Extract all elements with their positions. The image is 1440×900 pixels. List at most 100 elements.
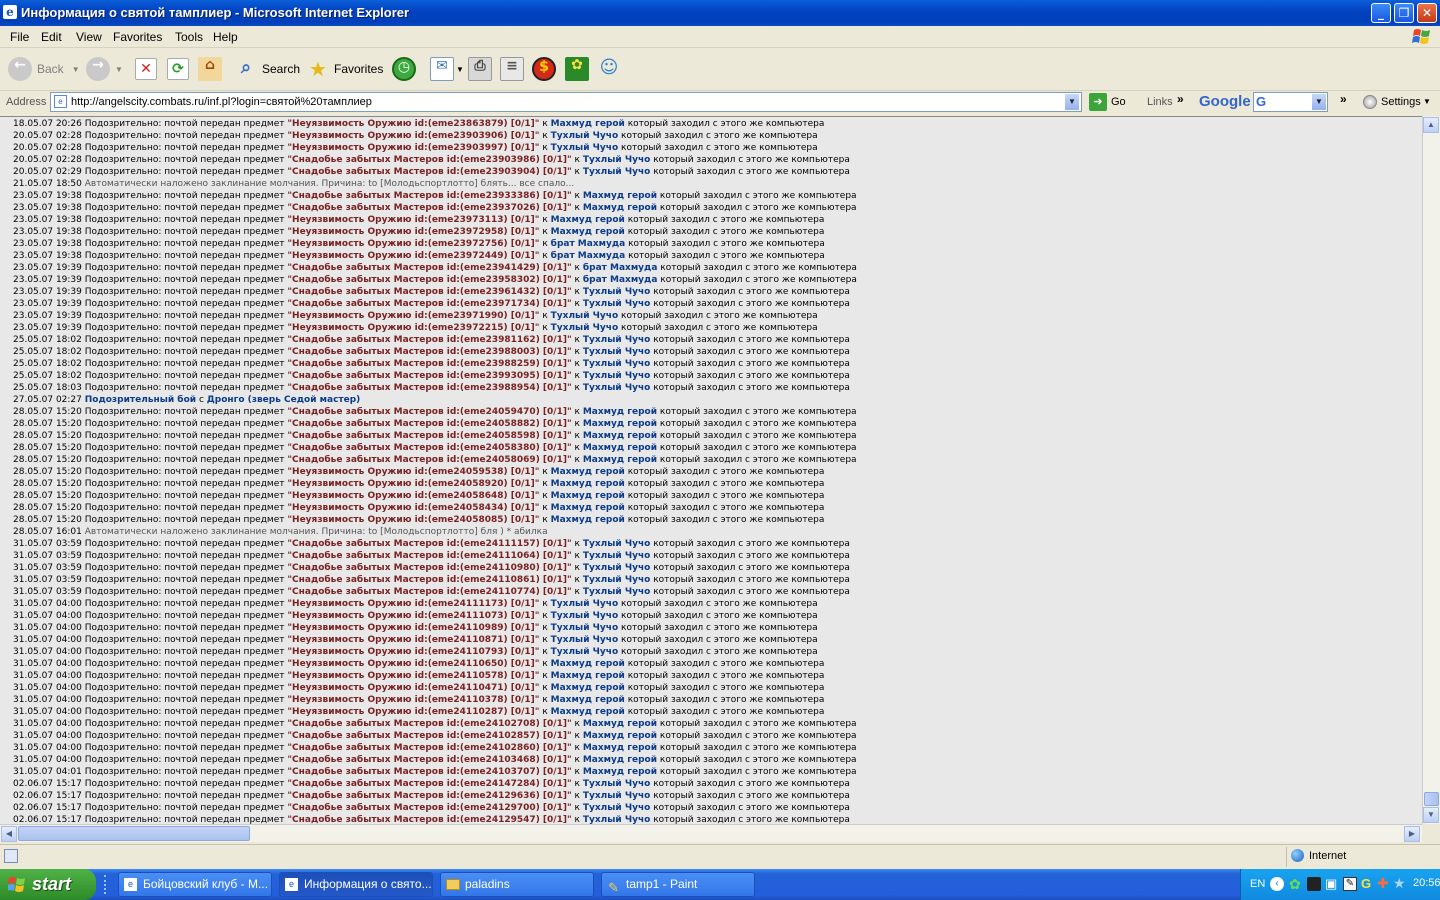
casino-button[interactable]: $: [532, 54, 556, 84]
log-nick[interactable]: Тухлый Чучо: [583, 383, 650, 393]
log-nick[interactable]: Махмуд герой: [583, 719, 657, 729]
forward-button[interactable]: → ▼: [86, 54, 123, 84]
task-paint[interactable]: ✎ tamp1 - Paint: [601, 872, 755, 897]
vertical-scrollbar[interactable]: ▲ ▼: [1422, 116, 1440, 824]
menu-edit[interactable]: Edit: [41, 30, 62, 44]
log-nick[interactable]: Тухлый Чучо: [551, 599, 618, 609]
back-button[interactable]: ← Back ▼: [8, 54, 80, 84]
log-nick[interactable]: Тухлый Чучо: [551, 311, 618, 321]
log-nick[interactable]: Махмуд герой: [551, 515, 625, 525]
menu-tools[interactable]: Tools: [175, 30, 203, 44]
log-nick[interactable]: брат Махмуда: [551, 239, 626, 249]
log-nick[interactable]: Тухлый Чучо: [583, 563, 650, 573]
log-nick[interactable]: Тухлый Чучо: [551, 623, 618, 633]
menu-help[interactable]: Help: [213, 30, 238, 44]
menu-file[interactable]: File: [10, 30, 29, 44]
links-chevron-icon[interactable]: »: [1177, 92, 1184, 106]
log-nick[interactable]: Махмуд герой: [551, 491, 625, 501]
log-nick[interactable]: Махмуд герой: [583, 191, 657, 201]
log-nick[interactable]: Тухлый Чучо: [583, 299, 650, 309]
log-nick[interactable]: Махмуд герой: [583, 431, 657, 441]
language-indicator[interactable]: EN: [1250, 878, 1265, 890]
horizontal-scroll-thumb[interactable]: [18, 826, 250, 841]
log-nick[interactable]: Тухлый Чучо: [583, 551, 650, 561]
log-nick[interactable]: Махмуд герой: [551, 707, 625, 717]
links-label[interactable]: Links: [1147, 96, 1173, 108]
log-nick[interactable]: Тухлый Чучо: [583, 575, 650, 585]
print-button[interactable]: ⎙: [468, 54, 492, 84]
favorites-button[interactable]: ★ Favorites: [306, 54, 383, 84]
log-nick[interactable]: Махмуд герой: [583, 443, 657, 453]
log-nick[interactable]: Тухлый Чучо: [583, 335, 650, 345]
people-button[interactable]: ☺: [597, 54, 621, 84]
start-button[interactable]: start: [0, 869, 96, 900]
log-nick[interactable]: брат Махмуда: [583, 275, 658, 285]
task-paladins-folder[interactable]: paladins: [440, 872, 594, 897]
messenger-button[interactable]: ✿: [565, 54, 589, 84]
task-fight-club[interactable]: e Бойцовский клуб - M...: [118, 872, 272, 897]
tray-flower-icon[interactable]: ✿: [1289, 876, 1301, 893]
tray-monitor-icon[interactable]: ▣: [1325, 876, 1337, 892]
log-nick[interactable]: Махмуд герой: [583, 743, 657, 753]
log-nick[interactable]: Махмуд герой: [583, 407, 657, 417]
mail-button[interactable]: ✉ ▼: [430, 54, 464, 84]
search-button[interactable]: ⌕ Search: [234, 54, 300, 84]
tray-tool-icon[interactable]: ✚: [1377, 875, 1389, 892]
task-info-page[interactable]: e Информация о свято...: [279, 872, 433, 897]
log-nick[interactable]: Махмуд герой: [551, 659, 625, 669]
log-nick[interactable]: Тухлый Чучо: [583, 371, 650, 381]
address-input[interactable]: e http://angelscity.combats.ru/inf.pl?lo…: [50, 92, 1082, 112]
log-nick[interactable]: Махмуд герой: [551, 467, 625, 477]
log-nick[interactable]: Махмуд герой: [583, 419, 657, 429]
scroll-right-icon[interactable]: ▶: [1404, 826, 1420, 842]
log-nick[interactable]: Тухлый Чучо: [583, 791, 650, 801]
log-nick[interactable]: Тухлый Чучо: [583, 539, 650, 549]
log-nick[interactable]: Махмуд герой: [551, 227, 625, 237]
back-dropdown-icon[interactable]: ▼: [72, 65, 80, 74]
edit-button[interactable]: ≡: [500, 54, 524, 84]
log-nick[interactable]: Тухлый Чучо: [551, 647, 618, 657]
log-opponent[interactable]: Дронго (зверь Седой мастер): [207, 395, 361, 405]
log-nick[interactable]: Тухлый Чучо: [583, 803, 650, 813]
log-nick[interactable]: брат Махмуда: [551, 251, 626, 261]
tray-g-icon[interactable]: G: [1361, 876, 1371, 891]
log-nick[interactable]: Махмуд герой: [551, 479, 625, 489]
log-nick[interactable]: Махмуд герой: [583, 767, 657, 777]
home-button[interactable]: ⌂: [198, 54, 222, 84]
close-button[interactable]: ✕: [1417, 3, 1437, 23]
log-nick[interactable]: Махмуд герой: [583, 203, 657, 213]
log-nick[interactable]: Махмуд герой: [551, 671, 625, 681]
google-dropdown-icon[interactable]: ▼: [1311, 93, 1327, 111]
tray-star-icon[interactable]: ★: [1393, 875, 1406, 892]
log-nick[interactable]: Тухлый Чучо: [551, 143, 618, 153]
log-nick[interactable]: Махмуд герой: [583, 455, 657, 465]
horizontal-scrollbar[interactable]: ◀ ▶: [0, 824, 1422, 842]
title-bar[interactable]: e Информация о святой тамплиер - Microso…: [0, 0, 1440, 26]
log-nick[interactable]: Тухлый Чучо: [583, 359, 650, 369]
log-nick[interactable]: Махмуд герой: [583, 755, 657, 765]
log-nick[interactable]: Махмуд герой: [583, 731, 657, 741]
log-nick[interactable]: Тухлый Чучо: [583, 287, 650, 297]
scroll-down-icon[interactable]: ▼: [1423, 807, 1439, 823]
log-nick[interactable]: Тухлый Чучо: [551, 131, 618, 141]
log-nick[interactable]: Тухлый Чучо: [583, 587, 650, 597]
maximize-button[interactable]: ❐: [1394, 3, 1414, 23]
google-chevron-icon[interactable]: »: [1340, 92, 1347, 106]
log-nick[interactable]: Тухлый Чучо: [551, 323, 618, 333]
vertical-scroll-thumb[interactable]: [1424, 792, 1439, 806]
stop-button[interactable]: ✕: [135, 54, 157, 84]
log-nick[interactable]: Тухлый Чучо: [583, 155, 650, 165]
log-nick[interactable]: Махмуд герой: [551, 695, 625, 705]
log-nick[interactable]: Махмуд герой: [551, 119, 625, 129]
settings-button[interactable]: Settings: [1381, 96, 1421, 108]
menu-view[interactable]: View: [76, 30, 102, 44]
log-nick[interactable]: Тухлый Чучо: [551, 635, 618, 645]
log-nick[interactable]: Махмуд герой: [551, 683, 625, 693]
log-nick[interactable]: Тухлый Чучо: [583, 347, 650, 357]
google-search-input[interactable]: G ▼: [1253, 92, 1328, 112]
log-nick[interactable]: Тухлый Чучо: [583, 779, 650, 789]
go-arrow-icon[interactable]: ➜: [1089, 93, 1107, 111]
tray-app-icon[interactable]: [1307, 877, 1321, 891]
scroll-up-icon[interactable]: ▲: [1423, 117, 1439, 133]
menu-favorites[interactable]: Favorites: [113, 30, 162, 44]
